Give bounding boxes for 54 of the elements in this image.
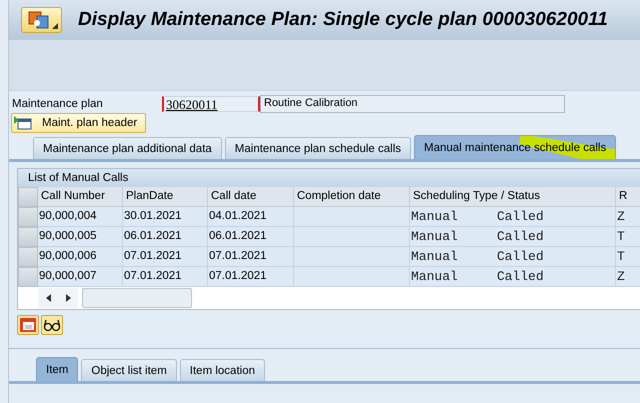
table-cell: Manual Called xyxy=(410,247,616,267)
table-cell: 07.01.2021 xyxy=(123,267,208,287)
column-header[interactable]: PlanDate xyxy=(123,187,208,207)
glasses-icon xyxy=(43,317,61,333)
right-arrow-icon xyxy=(66,294,70,302)
table-cell: Manual Called xyxy=(410,207,616,227)
tab[interactable]: Maintenance plan schedule calls xyxy=(224,137,412,159)
table-cell: 90,000,006 xyxy=(38,247,123,267)
table-cell: 04.01.2021 xyxy=(208,207,294,227)
calendar-button[interactable] xyxy=(17,315,39,335)
table-cell: 06.01.2021 xyxy=(123,227,208,247)
glasses-button[interactable] xyxy=(41,315,63,335)
menu-button[interactable] xyxy=(21,7,62,33)
row-selector[interactable] xyxy=(18,227,38,247)
plan-description-field: Routine Calibration xyxy=(260,95,565,113)
table-cell: Manual Called xyxy=(410,227,616,247)
table-cell: 07.01.2021 xyxy=(208,247,294,267)
column-header[interactable]: Call date xyxy=(208,187,294,207)
column-selector[interactable] xyxy=(18,187,38,207)
field-label: Maintenance plan xyxy=(12,98,104,110)
table-cell: 07.01.2021 xyxy=(208,267,294,287)
table-cell: 90,000,005 xyxy=(38,227,123,247)
window-icon xyxy=(14,116,32,130)
table-cell: 07.01.2021 xyxy=(123,247,208,267)
tab[interactable]: Maintenance plan additional data xyxy=(33,137,222,159)
column-header[interactable]: Call Number xyxy=(38,187,123,207)
table-title: List of Manual Calls xyxy=(18,169,640,187)
column-header[interactable]: Completion date xyxy=(294,187,410,207)
row-selector[interactable] xyxy=(18,207,38,227)
table-cell: Z xyxy=(616,207,640,227)
table-cell: T xyxy=(616,227,640,247)
table-cell: T xyxy=(616,247,640,267)
table-cell: 06.01.2021 xyxy=(208,227,294,247)
column-header[interactable]: R xyxy=(616,187,640,207)
scroll-left-button[interactable] xyxy=(38,288,58,308)
tab[interactable]: Item location xyxy=(180,359,265,381)
row-selector[interactable] xyxy=(18,247,38,267)
scroll-right-button[interactable] xyxy=(58,288,78,308)
app-icon xyxy=(28,11,50,29)
plan-number-field[interactable]: 30620011 xyxy=(162,96,260,112)
left-arrow-icon xyxy=(46,294,50,302)
table-cell: Manual Called xyxy=(410,267,616,287)
table-cell: Z xyxy=(616,267,640,287)
table-cell: 90,000,004 xyxy=(38,207,123,227)
column-header[interactable]: Scheduling Type / Status xyxy=(410,187,616,207)
table-cell: 30.01.2021 xyxy=(123,207,208,227)
tab[interactable]: Item xyxy=(36,357,78,381)
window-title: Display Maintenance Plan: Single cycle plan 000030620011 xyxy=(78,9,608,31)
header-button[interactable]: Maint. plan header xyxy=(11,113,146,133)
calendar-icon xyxy=(19,317,37,333)
table-cell: 90,000,007 xyxy=(38,267,123,287)
scrollbar-thumb[interactable] xyxy=(82,288,192,308)
tab[interactable]: Object list item xyxy=(81,359,177,381)
caret-icon xyxy=(52,23,58,29)
